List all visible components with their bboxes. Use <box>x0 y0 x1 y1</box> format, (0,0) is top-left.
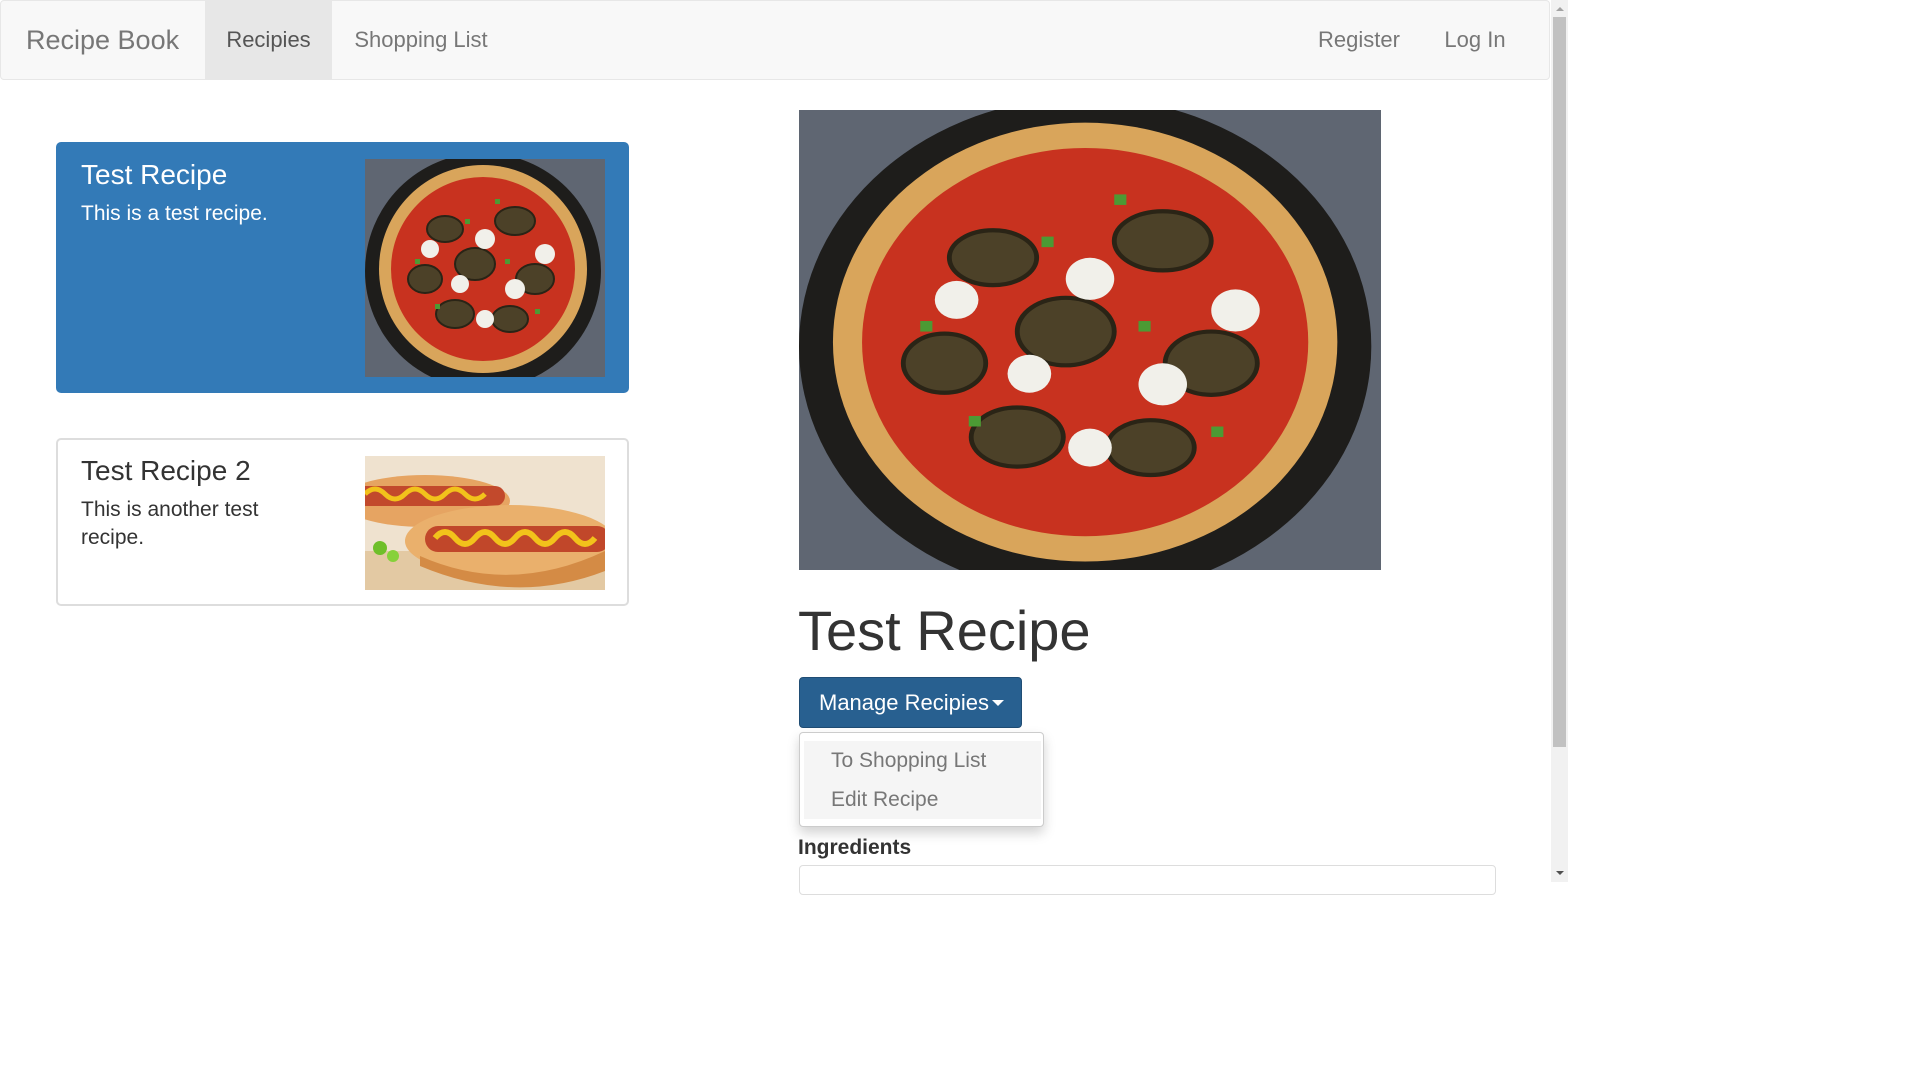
hotdog-image <box>365 456 605 590</box>
nav-link-recipes[interactable]: Recipies <box>205 1 332 79</box>
manage-dropdown-menu: To Shopping List Edit Recipe <box>799 732 1044 827</box>
ingredients-heading: Ingredients <box>798 836 912 859</box>
caret-down-icon <box>992 700 1004 706</box>
recipe-name: Test Recipe 2 <box>81 455 251 486</box>
recipe-detail-image <box>799 110 1381 570</box>
recipe-list-item[interactable]: Test Recipe 2 This is another test recip… <box>56 438 629 606</box>
recipe-description: This is another test recipe. <box>81 498 259 549</box>
vertical-scrollbar[interactable] <box>1551 0 1568 882</box>
dropdown-item-edit-recipe[interactable]: Edit Recipe <box>804 780 1041 819</box>
recipe-name: Test Recipe <box>81 159 228 190</box>
recipe-list-item[interactable]: Test Recipe This is a test recipe. <box>56 142 629 393</box>
scroll-up-arrow-icon[interactable] <box>1551 0 1568 17</box>
dropdown-item-to-shopping-list[interactable]: To Shopping List <box>804 741 1041 780</box>
manage-recipes-label: Manage Recipies <box>819 690 989 715</box>
brand-link[interactable]: Recipe Book <box>26 1 179 79</box>
scroll-down-arrow-icon[interactable] <box>1551 865 1568 882</box>
nav-link-login[interactable]: Log In <box>1421 1 1529 79</box>
recipe-thumbnail <box>365 159 605 377</box>
pizza-image <box>365 159 605 377</box>
pizza-image <box>799 110 1381 570</box>
nav-link-shopping-list[interactable]: Shopping List <box>332 1 510 79</box>
manage-recipes-button[interactable]: Manage Recipies <box>799 677 1022 728</box>
recipe-thumbnail <box>365 456 605 590</box>
nav-link-register[interactable]: Register <box>1297 1 1421 79</box>
recipe-description: This is a test recipe. <box>81 202 268 225</box>
recipe-detail-title: Test Recipe <box>798 599 1091 662</box>
scrollbar-thumb[interactable] <box>1553 17 1566 747</box>
navbar: Recipe Book Recipies Shopping List Regis… <box>0 0 1550 80</box>
ingredients-list <box>799 865 1496 895</box>
